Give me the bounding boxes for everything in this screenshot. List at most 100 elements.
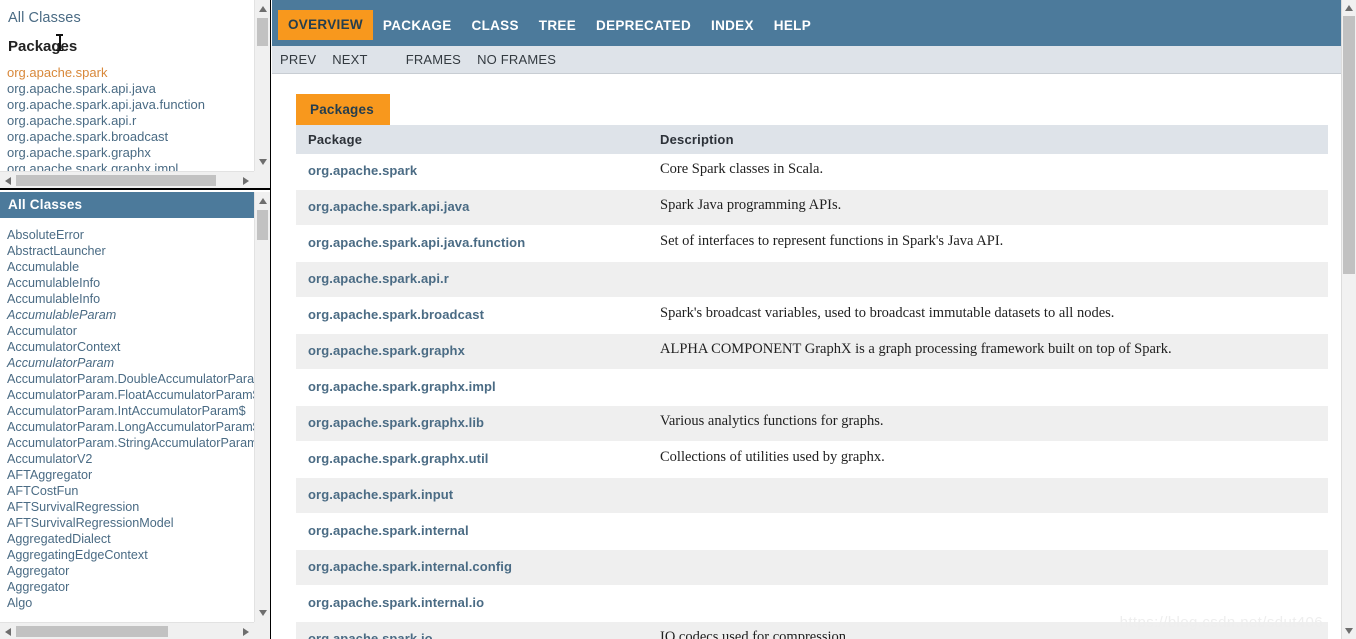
package-link[interactable]: org.apache.spark.internal.config xyxy=(308,559,512,574)
scroll-left-icon[interactable] xyxy=(5,177,11,185)
navbar-item-class[interactable]: CLASS xyxy=(462,12,529,39)
package-link[interactable]: org.apache.spark.graphx.lib xyxy=(308,415,484,430)
class-link[interactable]: AFTSurvivalRegression xyxy=(7,499,254,515)
package-description-cell: IO codecs used for compression. xyxy=(648,621,1328,639)
navbar-item-help[interactable]: HELP xyxy=(764,12,821,39)
class-link[interactable]: Aggregator xyxy=(7,579,254,595)
class-link[interactable]: Accumulator xyxy=(7,323,254,339)
navbar-item-package[interactable]: PACKAGE xyxy=(373,12,462,39)
package-link[interactable]: org.apache.spark.api.java xyxy=(308,199,469,214)
all-classes-link[interactable]: All Classes xyxy=(0,0,254,26)
package-link[interactable]: org.apache.spark xyxy=(7,65,254,81)
text-cursor-icon xyxy=(56,34,63,51)
scroll-down-icon[interactable] xyxy=(258,610,267,616)
class-link[interactable]: AccumulableInfo xyxy=(7,291,254,307)
class-link[interactable]: AccumulatorParam.DoubleAccumulatorParam$ xyxy=(7,371,254,387)
scroll-right-icon[interactable] xyxy=(243,628,249,636)
package-frame-vertical-scrollbar[interactable] xyxy=(254,0,270,171)
class-link[interactable]: AbsoluteError xyxy=(7,227,254,243)
class-link[interactable]: AccumulatorParam.LongAccumulatorParam$ xyxy=(7,419,254,435)
package-link[interactable]: org.apache.spark.api.java xyxy=(7,81,254,97)
class-link[interactable]: AFTCostFun xyxy=(7,483,254,499)
all-classes-horizontal-scrollbar[interactable] xyxy=(0,622,254,639)
package-description-cell xyxy=(648,513,1328,550)
package-name-cell: org.apache.spark.internal xyxy=(296,513,648,550)
table-row: org.apache.spark.internal xyxy=(296,513,1328,550)
class-link[interactable]: AggregatedDialect xyxy=(7,531,254,547)
package-link[interactable]: org.apache.spark.graphx.impl xyxy=(7,161,254,171)
package-link[interactable]: org.apache.spark.api.java.function xyxy=(7,97,254,113)
package-link[interactable]: org.apache.spark.input xyxy=(308,487,453,502)
prev-link[interactable]: PREV xyxy=(280,52,316,67)
navbar-item-index[interactable]: INDEX xyxy=(701,12,764,39)
class-link[interactable]: Accumulable xyxy=(7,259,254,275)
vertical-scroll-thumb[interactable] xyxy=(257,210,268,240)
package-description-cell: Collections of utilities used by graphx. xyxy=(648,441,1328,478)
class-link[interactable]: AccumulatorParam xyxy=(7,355,254,371)
class-link[interactable]: AccumulatorV2 xyxy=(7,451,254,467)
package-name-cell: org.apache.spark xyxy=(296,154,648,190)
class-link[interactable]: AggregatingEdgeContext xyxy=(7,547,254,563)
package-name-cell: org.apache.spark.graphx.lib xyxy=(296,405,648,442)
package-name-cell: org.apache.spark.io xyxy=(296,621,648,639)
package-name-cell: org.apache.spark.internal.io xyxy=(296,585,648,622)
frames-link[interactable]: FRAMES xyxy=(406,52,461,67)
navbar-item-tree[interactable]: TREE xyxy=(529,12,586,39)
class-link[interactable]: AFTSurvivalRegressionModel xyxy=(7,515,254,531)
scroll-up-icon[interactable] xyxy=(1345,5,1353,11)
package-link[interactable]: org.apache.spark.graphx.impl xyxy=(308,379,496,394)
all-classes-links-list: AbsoluteError AbstractLauncher Accumulable… xyxy=(0,218,254,611)
scroll-right-icon[interactable] xyxy=(243,177,249,185)
class-link[interactable]: AccumulatorParam.IntAccumulatorParam$ xyxy=(7,403,254,419)
column-header-description: Description xyxy=(648,125,1328,154)
package-name-cell: org.apache.spark.api.java xyxy=(296,189,648,226)
package-link[interactable]: org.apache.spark.api.java.function xyxy=(308,235,525,250)
class-link[interactable]: AccumulatorContext xyxy=(7,339,254,355)
package-name-cell: org.apache.spark.api.java.function xyxy=(296,225,648,262)
vertical-scroll-thumb[interactable] xyxy=(257,18,268,46)
all-classes-vertical-scrollbar[interactable] xyxy=(254,192,270,622)
package-link[interactable]: org.apache.spark.graphx xyxy=(7,145,254,161)
package-frame-horizontal-scrollbar[interactable] xyxy=(0,171,254,188)
package-link[interactable]: org.apache.spark.internal xyxy=(308,523,469,538)
package-link[interactable]: org.apache.spark.broadcast xyxy=(7,129,254,145)
class-link[interactable]: AccumulableParam xyxy=(7,307,254,323)
page-scroll-thumb[interactable] xyxy=(1343,16,1355,274)
scrollbar-corner xyxy=(254,171,270,188)
package-link[interactable]: org.apache.spark.api.r xyxy=(7,113,254,129)
package-link[interactable]: org.apache.spark.graphx.util xyxy=(308,451,489,466)
scroll-down-icon[interactable] xyxy=(258,159,267,165)
package-link[interactable]: org.apache.spark.graphx xyxy=(308,343,465,358)
page-vertical-scrollbar[interactable] xyxy=(1341,0,1356,639)
scroll-up-icon[interactable] xyxy=(258,6,267,12)
package-link[interactable]: org.apache.spark.api.r xyxy=(308,271,449,286)
class-link[interactable]: AccumulableInfo xyxy=(7,275,254,291)
class-link[interactable]: AccumulatorParam.FloatAccumulatorParam$ xyxy=(7,387,254,403)
packages-tab-caption: Packages xyxy=(296,94,390,125)
packages-table-body: org.apache.spark Core Spark classes in Sc… xyxy=(296,154,1328,639)
horizontal-scroll-thumb[interactable] xyxy=(16,626,168,637)
table-row: org.apache.spark.api.java.function Set of… xyxy=(296,225,1328,262)
package-link[interactable]: org.apache.spark.internal.io xyxy=(308,595,484,610)
scroll-up-icon[interactable] xyxy=(258,198,267,204)
package-list-scroll-area: All Classes Packages org.apache.spark org… xyxy=(0,0,254,171)
navbar-item-overview[interactable]: OVERVIEW xyxy=(278,10,373,40)
navbar-item-deprecated[interactable]: DEPRECATED xyxy=(586,12,701,39)
class-link[interactable]: AccumulatorParam.StringAccumulatorParam$ xyxy=(7,435,254,451)
package-link[interactable]: org.apache.spark xyxy=(308,163,417,178)
class-link[interactable]: Algo xyxy=(7,595,254,611)
table-row: org.apache.spark.api.r xyxy=(296,261,1328,298)
no-frames-link[interactable]: NO FRAMES xyxy=(477,52,556,67)
class-link[interactable]: AFTAggregator xyxy=(7,467,254,483)
horizontal-scroll-thumb[interactable] xyxy=(16,175,216,186)
table-row: org.apache.spark.internal.io xyxy=(296,585,1328,622)
scroll-down-icon[interactable] xyxy=(1345,628,1353,634)
package-link[interactable]: org.apache.spark.broadcast xyxy=(308,307,484,322)
class-link[interactable]: AbstractLauncher xyxy=(7,243,254,259)
class-link[interactable]: Aggregator xyxy=(7,563,254,579)
scroll-left-icon[interactable] xyxy=(5,628,11,636)
next-link[interactable]: NEXT xyxy=(332,52,367,67)
overview-document-frame: OVERVIEW PACKAGE CLASS TREE DEPRECATED INDEX H… xyxy=(272,0,1341,639)
package-link[interactable]: org.apache.spark.io xyxy=(308,631,433,639)
package-name-cell: org.apache.spark.graphx.util xyxy=(296,441,648,478)
